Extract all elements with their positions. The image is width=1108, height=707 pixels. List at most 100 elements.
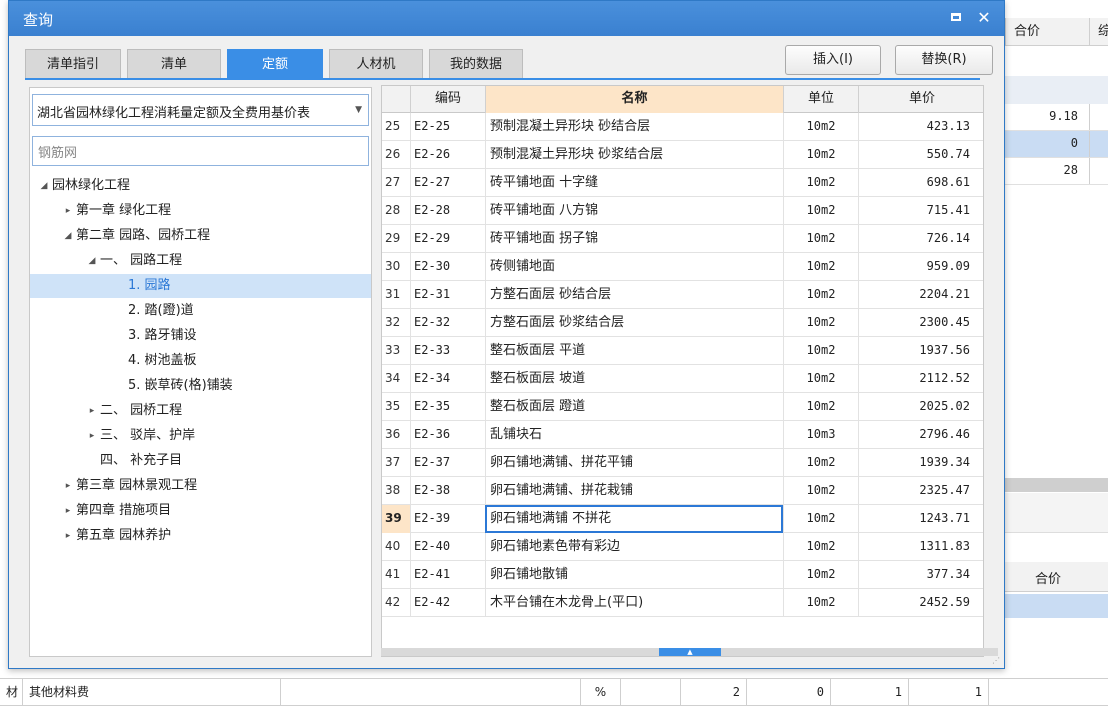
table-row[interactable]: 31 E2-31 方整石面层 砂结合层 10m2 2204.21	[382, 281, 983, 309]
row-unit[interactable]: 10m2	[783, 533, 858, 561]
tab-bill[interactable]: 清单	[127, 49, 221, 79]
bg-resource-row[interactable]: 材 其他材料费 % 2 0 1 1	[0, 678, 1108, 706]
row-name[interactable]: 砖平铺地面 八方锦	[485, 197, 783, 225]
grid-bottom-splitter[interactable]: ▲	[381, 648, 998, 656]
row-code[interactable]: E2-28	[410, 197, 485, 225]
quota-library-select[interactable]: 湖北省园林绿化工程消耗量定额及全费用基价表 ▼	[32, 94, 369, 126]
row-name[interactable]: 卵石铺地散铺	[485, 561, 783, 589]
bg-lower-row-selected[interactable]	[1005, 594, 1108, 618]
row-price[interactable]: 959.09	[858, 253, 978, 281]
row-price[interactable]: 2025.02	[858, 393, 978, 421]
row-name[interactable]: 砖平铺地面 拐子锦	[485, 225, 783, 253]
row-price[interactable]: 698.61	[858, 169, 978, 197]
row-name[interactable]: 卵石铺地满铺、拼花平铺	[485, 449, 783, 477]
bg-row[interactable]: 28	[1005, 158, 1108, 185]
row-index[interactable]: 29	[382, 225, 410, 253]
row-price[interactable]: 2325.47	[858, 477, 978, 505]
row-price[interactable]: 2112.52	[858, 365, 978, 393]
row-index[interactable]: 39	[382, 505, 410, 533]
row-price[interactable]: 2300.45	[858, 309, 978, 337]
tree-node[interactable]: ◢ 第二章 园路、园桥工程	[30, 224, 371, 248]
row-name[interactable]: 卵石铺地素色带有彩边	[485, 533, 783, 561]
table-row[interactable]: 42 E2-42 木平台铺在木龙骨上(平口) 10m2 2452.59	[382, 589, 983, 617]
row-index[interactable]: 26	[382, 141, 410, 169]
resize-grip-icon[interactable]: ⋰	[992, 656, 1002, 666]
table-row[interactable]: 34 E2-34 整石板面层 坡道 10m2 2112.52	[382, 365, 983, 393]
row-unit[interactable]: 10m2	[783, 197, 858, 225]
table-row[interactable]: 27 E2-27 砖平铺地面 十字缝 10m2 698.61	[382, 169, 983, 197]
row-name[interactable]: 方整石面层 砂浆结合层	[485, 309, 783, 337]
row-price[interactable]: 1311.83	[858, 533, 978, 561]
row-unit[interactable]: 10m2	[783, 365, 858, 393]
grid-header-code[interactable]: 编码	[410, 86, 485, 113]
tree-node[interactable]: ▸ 三、 驳岸、护岸	[30, 424, 371, 448]
table-row[interactable]: 36 E2-36 乱铺块石 10m3 2796.46	[382, 421, 983, 449]
expand-arrow-icon[interactable]: ▸	[62, 499, 74, 523]
row-index[interactable]: 28	[382, 197, 410, 225]
expand-arrow-icon[interactable]: ▸	[86, 424, 98, 448]
expand-arrow-icon[interactable]: ▸	[62, 524, 74, 548]
row-code[interactable]: E2-27	[410, 169, 485, 197]
row-name[interactable]: 砖平铺地面 十字缝	[485, 169, 783, 197]
row-code[interactable]: E2-33	[410, 337, 485, 365]
row-index[interactable]: 33	[382, 337, 410, 365]
bg-splitter[interactable]	[1005, 478, 1108, 492]
row-price[interactable]: 2452.59	[858, 589, 978, 617]
row-index[interactable]: 25	[382, 113, 410, 141]
row-code[interactable]: E2-30	[410, 253, 485, 281]
row-unit[interactable]: 10m2	[783, 141, 858, 169]
search-input[interactable]	[33, 137, 368, 165]
tab-labor-material[interactable]: 人材机	[329, 49, 423, 79]
tree-node[interactable]: ▸ 第四章 措施项目	[30, 499, 371, 523]
row-name[interactable]: 整石板面层 坡道	[485, 365, 783, 393]
splitter-handle-icon[interactable]: ▲	[659, 648, 721, 656]
table-row[interactable]: 38 E2-38 卵石铺地满铺、拼花栽铺 10m2 2325.47	[382, 477, 983, 505]
table-row[interactable]: 28 E2-28 砖平铺地面 八方锦 10m2 715.41	[382, 197, 983, 225]
tree-node[interactable]: ▸ 二、 园桥工程	[30, 399, 371, 423]
table-row[interactable]: 30 E2-30 砖侧铺地面 10m2 959.09	[382, 253, 983, 281]
tree-node[interactable]: 4. 树池盖板	[30, 349, 371, 373]
row-index[interactable]: 27	[382, 169, 410, 197]
row-price[interactable]: 377.34	[858, 561, 978, 589]
row-price[interactable]: 423.13	[858, 113, 978, 141]
row-name[interactable]: 砖侧铺地面	[485, 253, 783, 281]
row-code[interactable]: E2-25	[410, 113, 485, 141]
row-code[interactable]: E2-34	[410, 365, 485, 393]
replace-button[interactable]: 替换(R)	[895, 45, 993, 75]
row-index[interactable]: 36	[382, 421, 410, 449]
row-code[interactable]: E2-29	[410, 225, 485, 253]
row-unit[interactable]: 10m2	[783, 225, 858, 253]
row-name[interactable]: 木平台铺在木龙骨上(平口)	[485, 589, 783, 617]
grid-header-unit[interactable]: 单位	[783, 86, 858, 113]
row-index[interactable]: 32	[382, 309, 410, 337]
expand-arrow-icon[interactable]: ▸	[86, 399, 98, 423]
collapse-arrow-icon[interactable]: ◢	[38, 174, 50, 198]
insert-button[interactable]: 插入(I)	[785, 45, 881, 75]
close-button[interactable]: ✕	[972, 6, 996, 30]
bg-row[interactable]: 9.18	[1005, 104, 1108, 131]
row-price[interactable]: 715.41	[858, 197, 978, 225]
tab-bill-guide[interactable]: 清单指引	[25, 49, 121, 79]
tab-quota[interactable]: 定额	[227, 49, 323, 79]
table-row[interactable]: 26 E2-26 预制混凝土异形块 砂浆结合层 10m2 550.74	[382, 141, 983, 169]
row-unit[interactable]: 10m2	[783, 477, 858, 505]
row-index[interactable]: 41	[382, 561, 410, 589]
tree-node[interactable]: ▸ 第三章 园林景观工程	[30, 474, 371, 498]
row-code[interactable]: E2-31	[410, 281, 485, 309]
tree-node[interactable]: 1. 园路	[30, 274, 371, 298]
table-row[interactable]: 32 E2-32 方整石面层 砂浆结合层 10m2 2300.45	[382, 309, 983, 337]
row-price[interactable]: 726.14	[858, 225, 978, 253]
row-price[interactable]: 2204.21	[858, 281, 978, 309]
row-code[interactable]: E2-36	[410, 421, 485, 449]
maximize-button[interactable]	[944, 6, 968, 30]
row-code[interactable]: E2-32	[410, 309, 485, 337]
collapse-arrow-icon[interactable]: ◢	[62, 224, 74, 248]
row-index[interactable]: 37	[382, 449, 410, 477]
row-unit[interactable]: 10m2	[783, 449, 858, 477]
row-price[interactable]: 2796.46	[858, 421, 978, 449]
row-code[interactable]: E2-37	[410, 449, 485, 477]
collapse-arrow-icon[interactable]: ◢	[86, 249, 98, 273]
row-unit[interactable]: 10m2	[783, 589, 858, 617]
grid-header-name[interactable]: 名称	[485, 86, 783, 113]
tree-node[interactable]: ▸ 第五章 园林养护	[30, 524, 371, 548]
